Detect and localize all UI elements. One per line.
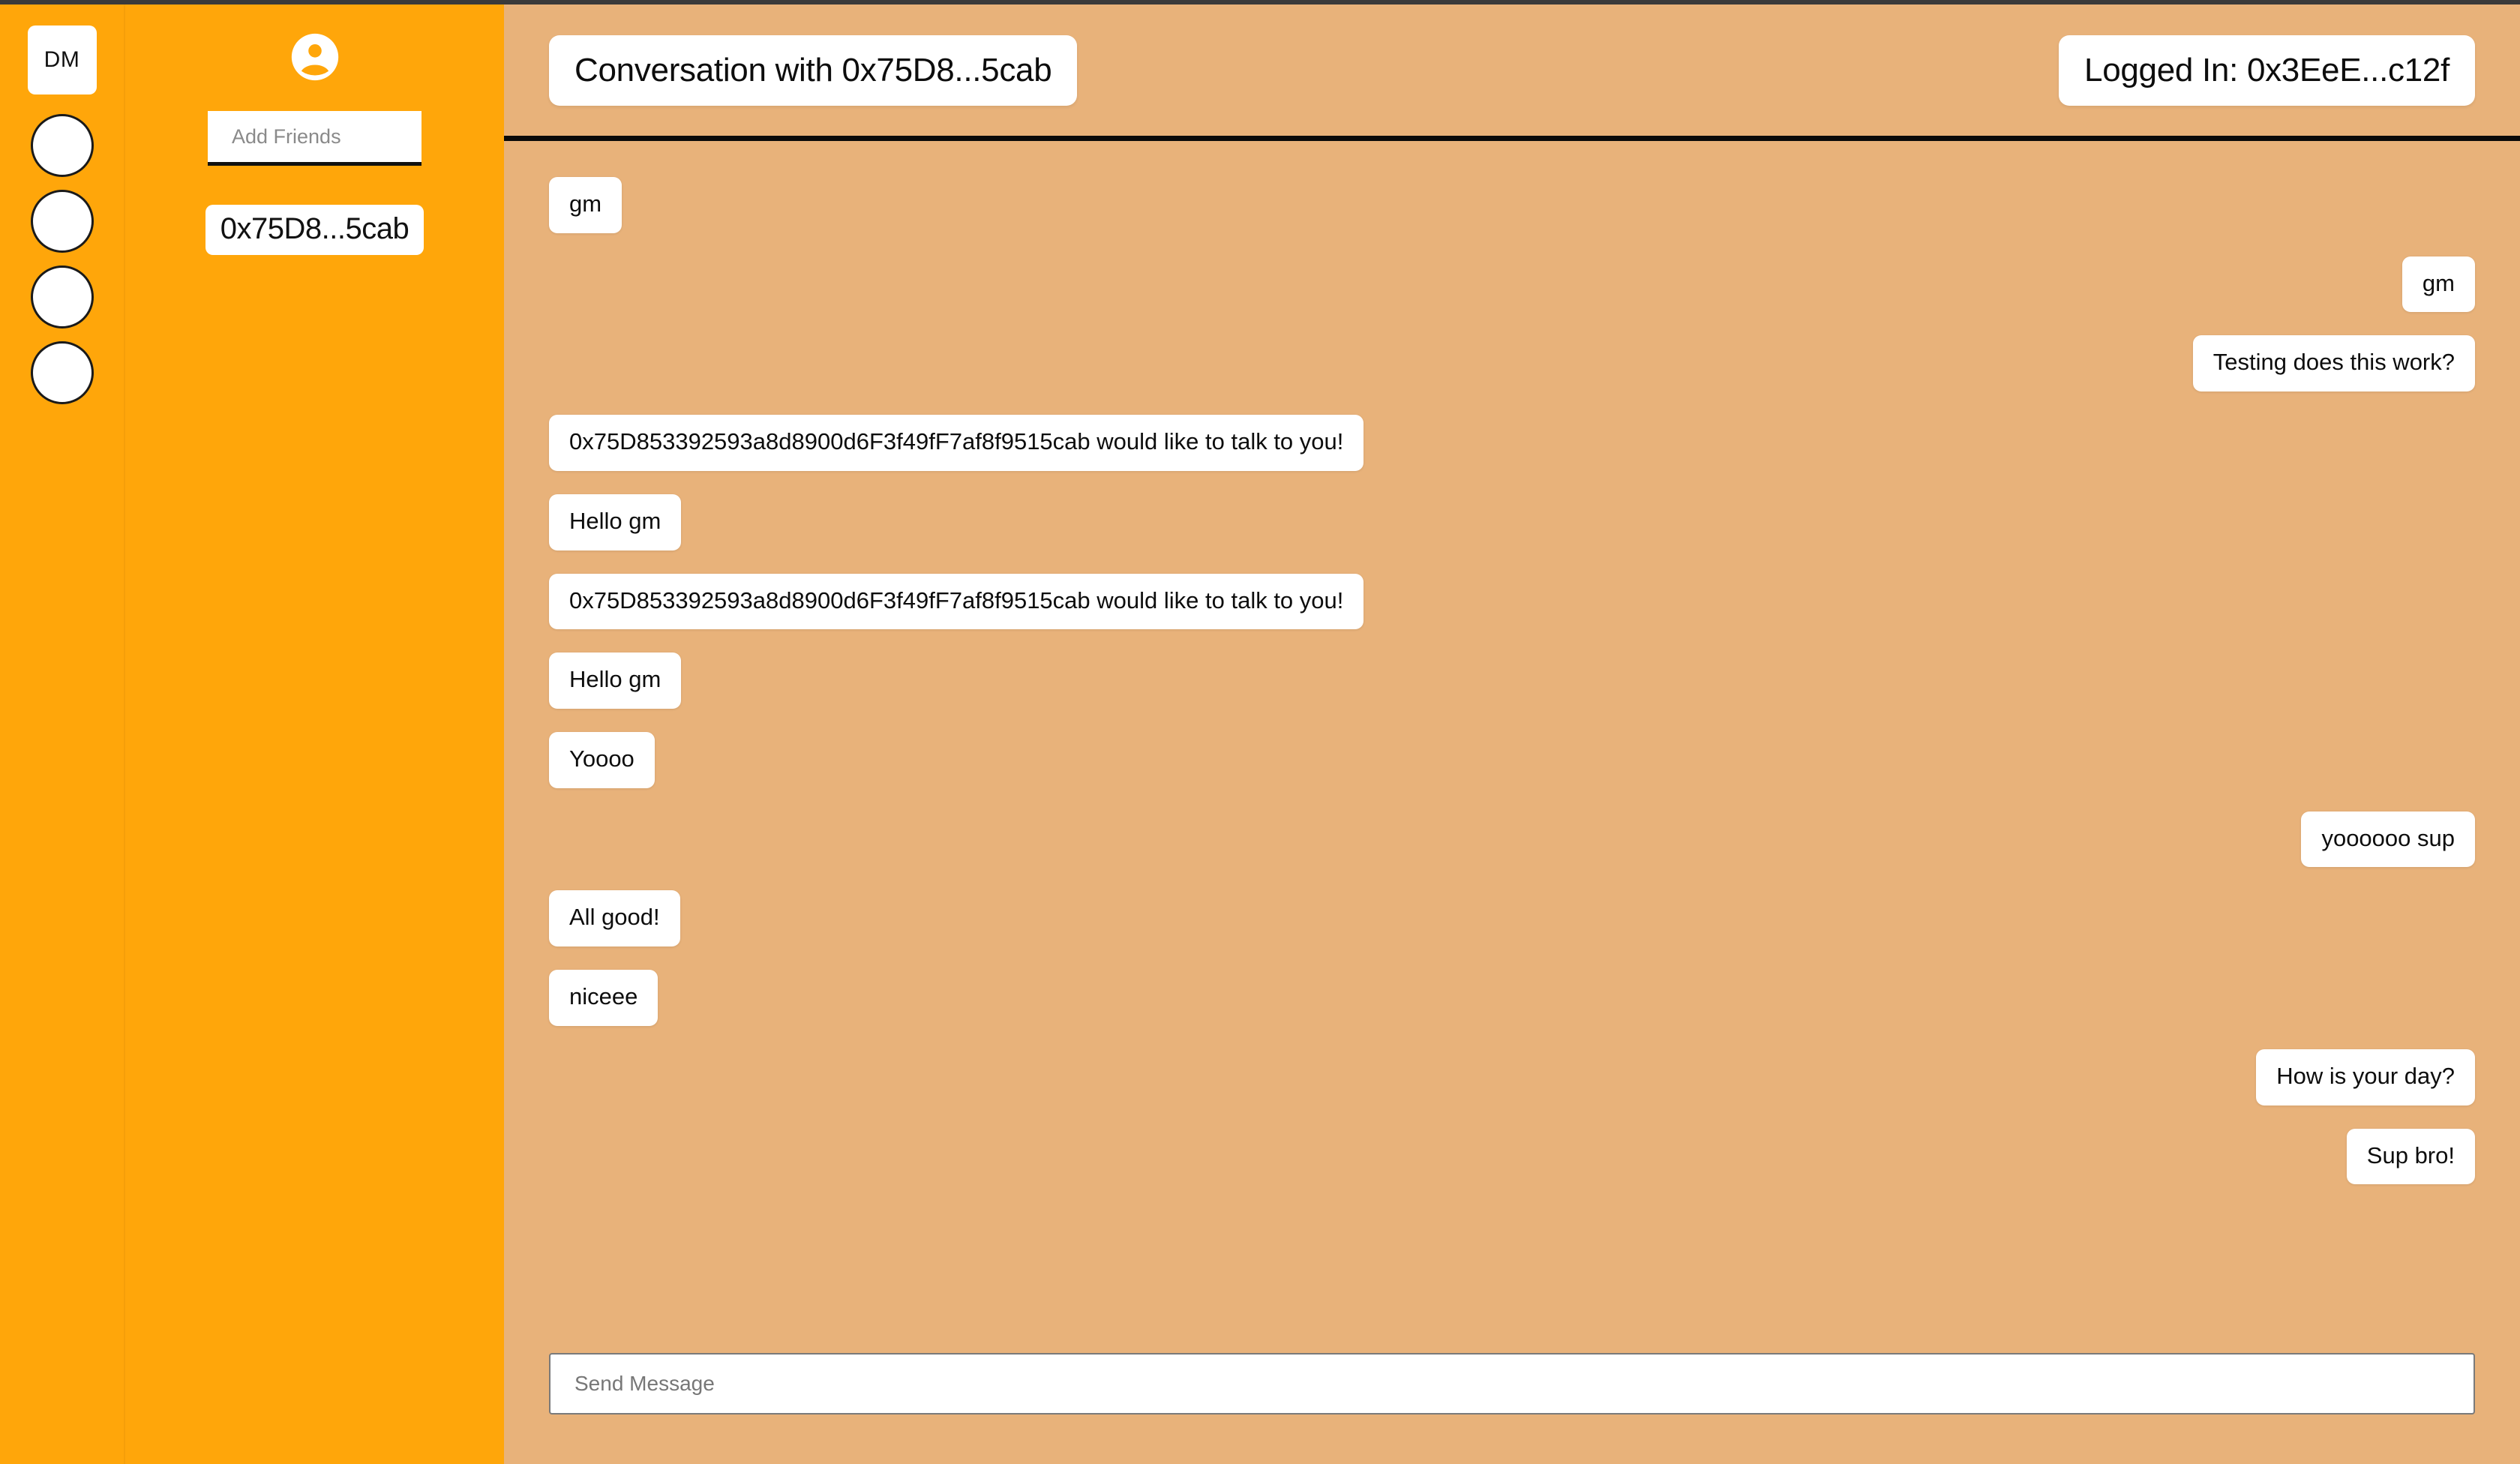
server-circle-2[interactable] [30,190,94,253]
server-circle-3[interactable] [30,266,94,328]
message-row-left: 0x75D853392593a8d8900d6F3f49fF7af8f9515c… [549,573,2475,630]
message-row-left: All good! [549,890,2475,947]
chat-panel: Conversation with 0x75D8...5cab Logged I… [504,4,2520,1464]
message-row-right: gm [549,256,2475,313]
message-row-right: How is your day? [549,1048,2475,1106]
message-bubble: How is your day? [2256,1048,2475,1106]
message-bubble: gm [549,177,622,233]
friends-sidebar: 0x75D8...5cab [124,4,504,1464]
message-composer [504,1353,2520,1464]
message-bubble: 0x75D853392593a8d8900d6F3f49fF7af8f9515c… [549,415,1364,471]
friend-list-item-label: 0x75D8...5cab [220,212,410,245]
message-row-left: Yoooo [549,732,2475,788]
conversation-title: Conversation with 0x75D8...5cab [549,34,1078,106]
message-row-left: niceee [549,970,2475,1026]
message-list[interactable]: gm gm Testing does this work? 0x75D85339259… [504,141,2520,1353]
message-bubble: gm [2402,256,2475,313]
send-message-input[interactable] [549,1353,2475,1414]
message-row-right: Testing does this work? [549,335,2475,392]
dm-button[interactable]: DM [27,26,97,94]
message-bubble: niceee [549,970,658,1026]
friend-list-item[interactable]: 0x75D8...5cab [205,205,424,255]
logged-in-label: Logged In: 0x3EeE...c12f [2084,51,2450,88]
message-bubble: Yoooo [549,732,655,788]
account-circle-icon[interactable] [290,32,340,82]
message-row-right: yoooooo sup [549,811,2475,868]
message-bubble: Testing does this work? [2192,335,2475,392]
dm-button-label: DM [44,47,80,72]
message-bubble: Sup bro! [2346,1128,2475,1185]
message-row-left: 0x75D853392593a8d8900d6F3f49fF7af8f9515c… [549,415,2475,471]
server-circle-4[interactable] [30,341,94,404]
message-bubble: Hello gm [549,652,682,710]
server-rail: DM [0,4,124,1464]
message-row-left: gm [549,177,2475,233]
conversation-title-label: Conversation with 0x75D8...5cab [574,51,1052,88]
message-bubble: yoooooo sup [2301,811,2475,868]
logged-in-badge[interactable]: Logged In: 0x3EeE...c12f [2059,34,2475,106]
add-friends-field[interactable] [208,111,422,166]
message-bubble: Hello gm [549,494,682,550]
message-bubble: All good! [549,890,680,947]
add-friends-input[interactable] [208,111,422,162]
message-bubble: 0x75D853392593a8d8900d6F3f49fF7af8f9515c… [549,573,1364,630]
message-row-left: Hello gm [549,494,2475,550]
server-circle-1[interactable] [30,114,94,177]
chat-header: Conversation with 0x75D8...5cab Logged I… [504,4,2520,141]
message-row-left: Hello gm [549,652,2475,710]
app-root: DM 0x75D8...5cab Conversation with 0x75D… [0,0,2520,1464]
message-row-right: Sup bro! [549,1128,2475,1185]
